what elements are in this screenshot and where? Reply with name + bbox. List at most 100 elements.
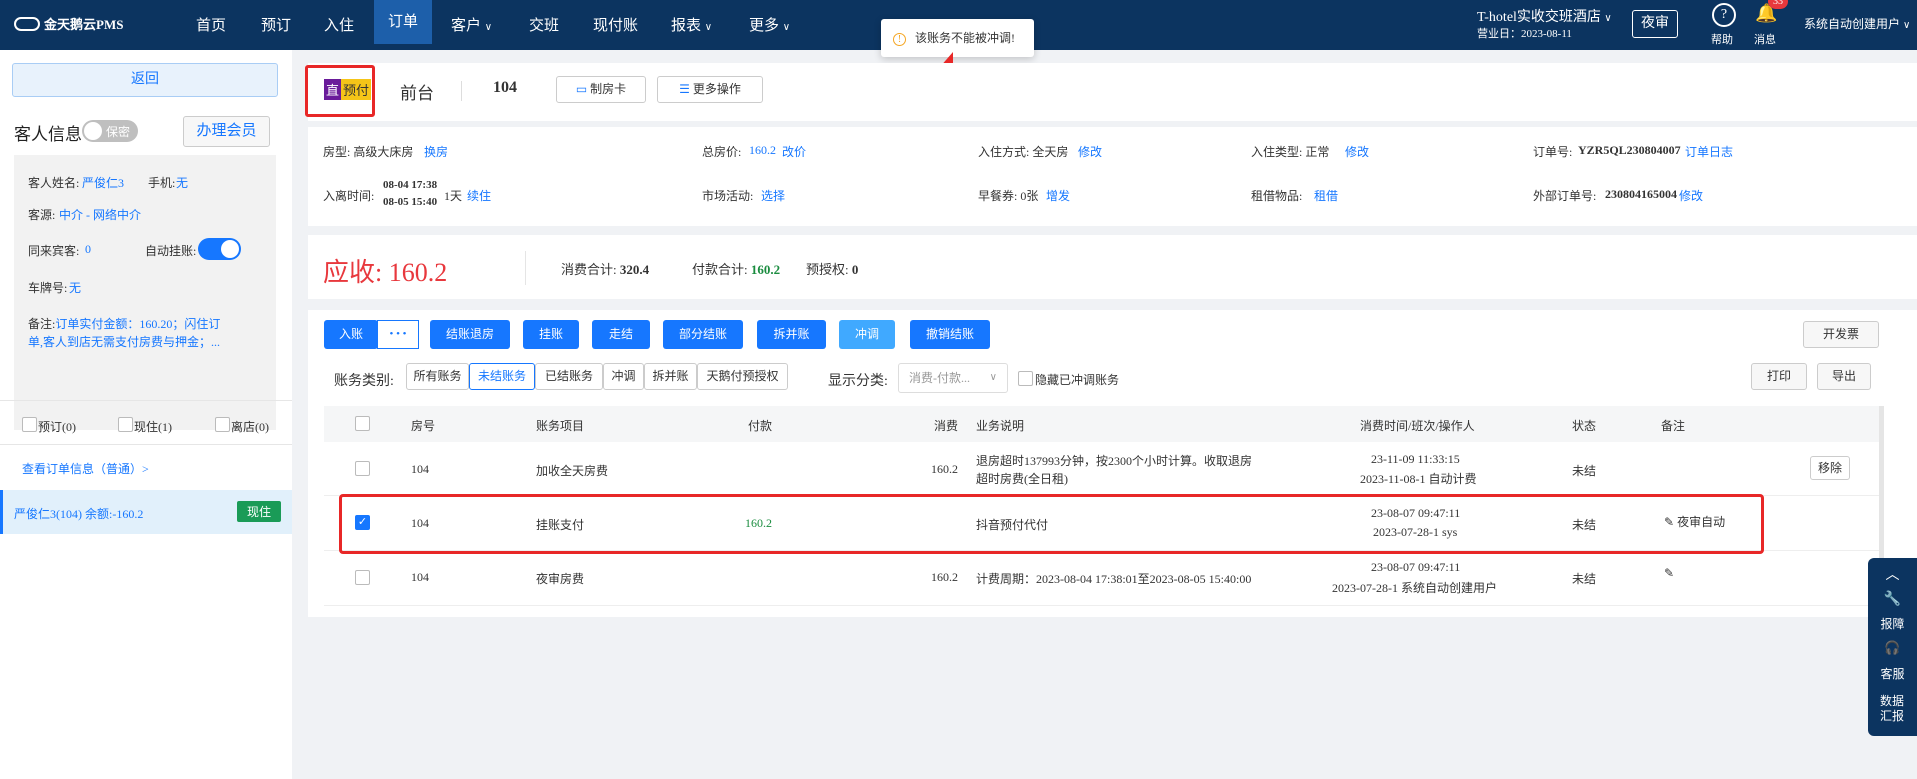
partial-checkout-button[interactable]: 部分结账 bbox=[663, 320, 743, 349]
modify-checkin-type-link[interactable]: 修改 bbox=[1345, 143, 1369, 160]
chevron-down-icon: ∨ bbox=[484, 22, 493, 33]
divider bbox=[525, 251, 526, 285]
cancel-checkout-button[interactable]: 撤销结账 bbox=[910, 320, 990, 349]
row-checkbox[interactable] bbox=[355, 570, 370, 585]
guest-name[interactable]: 严俊仁3 bbox=[82, 174, 124, 191]
app-logo[interactable]: 金天鹅云PMS bbox=[14, 14, 123, 33]
tab-staying[interactable]: 现住(1) bbox=[134, 418, 172, 435]
walk-checkout-button[interactable]: 走结 bbox=[592, 320, 650, 349]
extend-stay-link[interactable]: 续住 bbox=[467, 187, 491, 204]
customer-service-button[interactable]: 客服 bbox=[1868, 665, 1917, 682]
checkin-mode-label: 入住方式: 全天房 bbox=[978, 145, 1069, 159]
remove-button[interactable]: 移除 bbox=[1810, 456, 1850, 480]
tab-departed-checkbox[interactable] bbox=[215, 417, 230, 432]
total-price[interactable]: 160.2 bbox=[749, 143, 776, 158]
guest-info-title: 客人信息 bbox=[14, 125, 82, 144]
hotel-selector[interactable]: T-hotel实收交班酒店 ∨ bbox=[1477, 6, 1612, 26]
help-label[interactable]: 帮助 bbox=[1711, 31, 1733, 47]
table-header: 房号 账务项目 付款 消费 业务说明 消费时间/班次/操作人 状态 备注 bbox=[324, 406, 1879, 442]
toast-text: 该账务不能被冲调! bbox=[915, 31, 1015, 45]
more-actions-button[interactable]: • • • bbox=[377, 320, 419, 349]
guest-list-item[interactable]: 严俊仁3(104) 余额:-160.2 现住 bbox=[0, 490, 292, 534]
col-remark: 备注 bbox=[1661, 419, 1686, 433]
reverse-button[interactable]: 冲调 bbox=[839, 320, 895, 349]
data-report-button[interactable]: 数据汇报 bbox=[1877, 694, 1907, 724]
nav-home[interactable]: 首页 bbox=[196, 14, 226, 35]
chevron-up-icon[interactable]: ︿ bbox=[1868, 564, 1917, 584]
privacy-toggle[interactable]: 保密 bbox=[82, 120, 138, 142]
auto-charge-label: 自动挂账: bbox=[145, 244, 197, 258]
market-label: 市场活动: bbox=[702, 189, 754, 203]
remark: 备注:订单实付金额：160.20；闪住订单,客人到店无需支付房费与押金；... bbox=[28, 315, 228, 351]
table-row[interactable]: 104 夜审房费 160.2 计费周期：2023-08-04 17:38:01至… bbox=[324, 552, 1879, 606]
change-room-link[interactable]: 换房 bbox=[424, 143, 448, 160]
auto-charge-toggle[interactable] bbox=[198, 238, 241, 260]
split-merge-button[interactable]: 拆并账 bbox=[757, 320, 826, 349]
member-button[interactable]: 办理会员 bbox=[183, 116, 270, 147]
invoice-button[interactable]: 开发票 bbox=[1803, 321, 1879, 348]
nav-reservation[interactable]: 预订 bbox=[261, 14, 291, 35]
charge-button[interactable]: 挂账 bbox=[523, 320, 579, 349]
edit-icon[interactable]: ✎ bbox=[1664, 566, 1674, 581]
select-all-checkbox[interactable] bbox=[355, 416, 370, 431]
chevron-down-icon: ∨ bbox=[782, 22, 791, 33]
rental-link[interactable]: 租借 bbox=[1314, 187, 1338, 204]
tab-departed[interactable]: 离店(0) bbox=[231, 418, 269, 435]
filter-all[interactable]: 所有账务 bbox=[406, 363, 469, 390]
plate-value[interactable]: 无 bbox=[69, 279, 81, 296]
make-card-label: 制房卡 bbox=[590, 82, 627, 96]
filter-preauth[interactable]: 天鹅付预授权 bbox=[697, 363, 788, 390]
display-category-select[interactable]: 消费-付款... ∨ bbox=[898, 363, 1008, 393]
market-select-link[interactable]: 选择 bbox=[761, 187, 785, 204]
companions-value[interactable]: 0 bbox=[85, 242, 91, 257]
col-payment: 付款 bbox=[748, 419, 773, 433]
tab-staying-checkbox[interactable] bbox=[118, 417, 133, 432]
nav-customers[interactable]: 客户 ∨ bbox=[451, 14, 492, 35]
hide-reversed-checkbox[interactable] bbox=[1018, 371, 1033, 386]
tab-reserved-checkbox[interactable] bbox=[22, 417, 37, 432]
phone-label: 手机: bbox=[148, 176, 176, 190]
hide-reversed-label[interactable]: 隐藏已冲调账务 bbox=[1035, 371, 1119, 388]
breakfast-add-link[interactable]: 增发 bbox=[1046, 187, 1070, 204]
divider bbox=[461, 81, 462, 101]
filter-reversed[interactable]: 冲调 bbox=[603, 363, 644, 390]
filter-unsettled[interactable]: 未结账务 bbox=[469, 363, 535, 390]
nav-shift[interactable]: 交班 bbox=[529, 14, 559, 35]
make-card-button[interactable]: ▭ 制房卡 bbox=[556, 76, 646, 103]
more-ops-button[interactable]: ☰ 更多操作 bbox=[657, 76, 763, 103]
nights: 1天 bbox=[444, 189, 463, 203]
checkout-time: 08-05 15:40 bbox=[383, 196, 438, 208]
export-button[interactable]: 导出 bbox=[1817, 363, 1871, 390]
table-row[interactable]: 104 加收全天房费 160.2 退房超时137993分钟，按2300个小时计算… bbox=[324, 442, 1879, 496]
col-description: 业务说明 bbox=[976, 419, 1025, 433]
tab-reserved[interactable]: 预订(0) bbox=[38, 418, 76, 435]
help-icon[interactable]: ? bbox=[1712, 3, 1736, 27]
modify-ext-order-link[interactable]: 修改 bbox=[1679, 187, 1703, 204]
message-count-badge: 33 bbox=[1768, 0, 1788, 9]
nav-checkin[interactable]: 入住 bbox=[324, 14, 354, 35]
night-audit-button[interactable]: 夜审 bbox=[1632, 10, 1678, 38]
messages-label[interactable]: 消息 bbox=[1754, 31, 1776, 47]
wrench-icon: 🔧 bbox=[1883, 592, 1902, 607]
nav-orders[interactable]: 订单 bbox=[374, 0, 433, 44]
remark-value[interactable]: 订单实付金额：160.20；闪住订单,客人到店无需支付房费与押金；... bbox=[28, 317, 220, 349]
filter-split[interactable]: 拆并账 bbox=[644, 363, 697, 390]
back-button[interactable]: 返回 bbox=[12, 63, 278, 97]
print-button[interactable]: 打印 bbox=[1751, 363, 1807, 390]
report-issue-button[interactable]: 报障 bbox=[1868, 615, 1917, 632]
nav-cash-account[interactable]: 现付账 bbox=[593, 14, 638, 35]
modify-checkin-mode-link[interactable]: 修改 bbox=[1078, 143, 1102, 160]
filter-settled[interactable]: 已结账务 bbox=[535, 363, 603, 390]
order-log-link[interactable]: 订单日志 bbox=[1685, 143, 1733, 160]
account-type-label: 账务类别: bbox=[334, 374, 394, 389]
nav-more[interactable]: 更多 ∨ bbox=[749, 14, 790, 35]
change-price-link[interactable]: 改价 bbox=[782, 143, 806, 160]
nav-reports[interactable]: 报表 ∨ bbox=[671, 14, 712, 35]
source-value[interactable]: 中介 - 网络中介 bbox=[59, 206, 141, 223]
post-entry-button[interactable]: 入账 bbox=[324, 320, 378, 349]
view-order-link[interactable]: 查看订单信息（普通）> bbox=[22, 460, 149, 477]
row-checkbox[interactable] bbox=[355, 461, 370, 476]
checkout-button[interactable]: 结账退房 bbox=[430, 320, 510, 349]
current-user[interactable]: 系统自动创建用户 ∨ bbox=[1804, 15, 1910, 32]
phone-value[interactable]: 无 bbox=[176, 174, 188, 191]
